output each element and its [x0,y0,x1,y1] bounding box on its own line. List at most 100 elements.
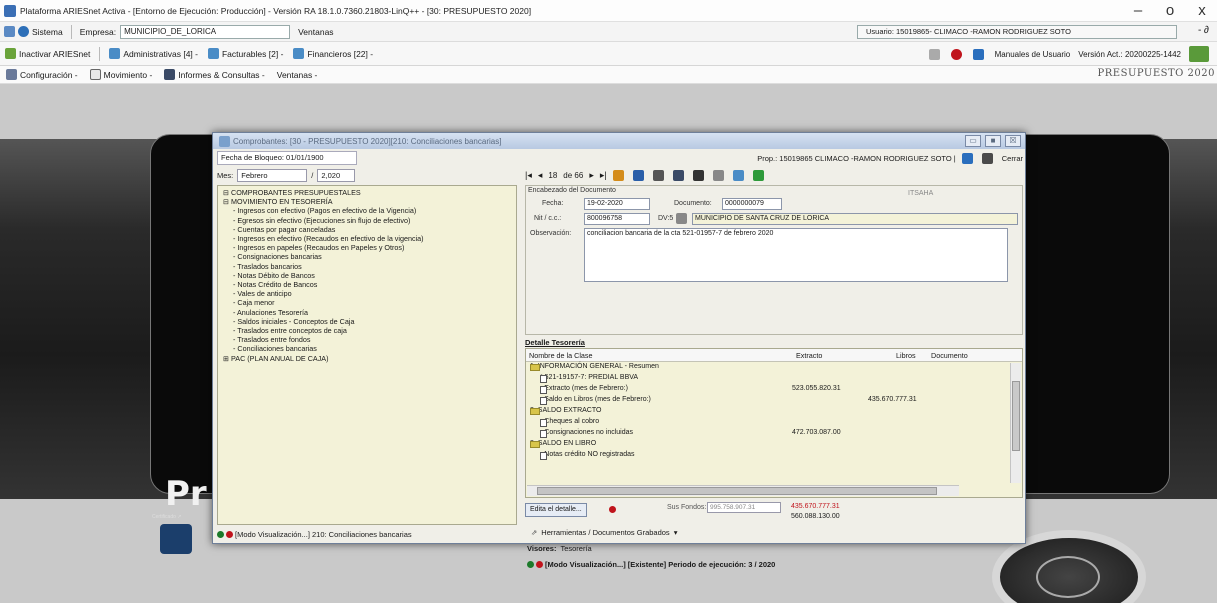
scroll-thumb[interactable] [537,487,937,495]
herramientas-bar[interactable]: ⇗ Herramientas / Documentos Grabados ▾ [525,525,1023,539]
tercero-name-field: MUNICIPIO DE SANTA CRUZ DE LORICA [692,213,1018,225]
edita-detalle-button[interactable]: Edita el detalle... [525,503,587,517]
anio-stepper[interactable]: 2,020 [317,169,356,182]
ventanas-button[interactable]: Ventanas [294,27,337,37]
tree-item[interactable]: - Traslados bancarios [221,262,513,271]
tree-item[interactable]: ⊟ MOVIMIENTO EN TESORERÍA [221,197,513,206]
tree-item[interactable]: - Traslados entre fondos [221,335,513,344]
scroll-thumb[interactable] [1012,381,1020,451]
tree-item[interactable]: - Vales de anticipo [221,289,513,298]
col-documento: Documento [931,351,968,360]
inactivar-label: Inactivar ARIESnet [19,48,91,59]
tree-item[interactable]: - Traslados entre conceptos de caja [221,326,513,335]
tree-item[interactable]: - Conciliaciones bancarias [221,344,513,353]
mes-select[interactable]: Febrero [237,169,308,182]
left-status-text: [Modo Visualización...] 210: Conciliacio… [235,529,412,539]
table-row[interactable]: - Notas crédito NO registradas [526,450,1022,461]
documento-label: Documento: [674,200,712,207]
right-status-bar: [Modo Visualización...] [Existente] Peri… [525,557,1023,571]
tree-item[interactable]: - Notas Débito de Bancos [221,271,513,280]
search-tercero-icon[interactable] [676,213,687,224]
tree-item[interactable]: ⊞ PAC (PLAN ANUAL DE CAJA) [221,354,513,363]
close-button[interactable]: x [1193,2,1211,20]
settings-icon [4,26,15,37]
tree-item[interactable]: - Caja menor [221,298,513,307]
sistema-menu[interactable]: Sistema [0,26,67,37]
table-row[interactable]: - Consignaciones no incluidas 472.703.087… [526,428,1022,439]
clear-detail-icon[interactable] [609,506,616,513]
minimize-button[interactable]: – [1129,2,1147,20]
app-logo-icon [4,4,16,17]
facturables-menu[interactable]: Facturables [2] - [203,48,288,59]
row-name-text: - Notas crédito NO registradas [540,451,635,458]
ventanas-menu[interactable]: Ventanas - [271,70,324,80]
grid-horizontal-scrollbar[interactable] [527,485,959,496]
tree-item[interactable]: - Egresos sin efectivo (Ejecuciones sin … [221,216,513,225]
table-row[interactable]: * 521-19157-7: PREDIAL BBVA [526,373,1022,384]
next-record-button[interactable]: ▸ [589,170,594,181]
fecha-bloqueo-field: Fecha de Bloqueo: 01/01/1900 [217,151,357,165]
empresa-select[interactable]: MUNICIPIO_DE_LORICA [120,24,291,39]
tree-item[interactable]: - Ingresos en efectivo (Recaudos en efec… [221,234,513,243]
users-icon[interactable] [961,152,973,164]
tree-item[interactable]: - Ingresos en papeles (Recaudos en Papel… [221,243,513,252]
row-name-text: - Saldo en Libros (mes de Febrero:) [540,396,651,403]
movimiento-menu[interactable]: Movimiento - [84,69,159,80]
propietario-row: Prop.: 15019865 CLIMACO -RAMON RODRIGUEZ… [525,151,1023,165]
print-icon[interactable] [692,169,704,181]
delete-icon[interactable] [652,169,664,181]
minus-icon[interactable] [928,48,940,60]
tree-item[interactable]: - Consignaciones bancarias [221,252,513,261]
new-record-icon[interactable] [612,169,624,181]
cerrar-button[interactable]: Cerrar [1002,154,1023,163]
row-name-text: 2. SALDO EXTRACTO [530,407,602,414]
row-name-text: - Consignaciones no incluidas [540,429,633,436]
window-icon [219,135,230,147]
alert-icon[interactable] [950,48,962,60]
folder-icon [109,48,121,59]
window-close-button[interactable]: ☒ [1005,135,1021,147]
tree-item[interactable]: - Cuentas por pagar canceladas [221,225,513,234]
tree-item[interactable]: - Saldos iniciales - Conceptos de Caja [221,317,513,326]
prev-record-button[interactable]: ◂ [538,170,543,181]
manual-icon [972,48,984,60]
table-row[interactable]: 2. SALDO EXTRACTO [526,406,1022,417]
grid-vertical-scrollbar[interactable] [1010,363,1021,483]
attach-icon[interactable] [732,169,744,181]
last-record-button[interactable]: ▸| [600,170,607,181]
maximize-button[interactable]: o [1161,2,1179,20]
table-row[interactable]: 3. SALDO EN LIBRO [526,439,1022,450]
tree-item[interactable]: - Anulaciones Tesorería [221,308,513,317]
edit-icon[interactable] [632,169,644,181]
window-title-bar[interactable]: Comprobantes: [30 - PRESUPUESTO 2020][21… [213,133,1025,149]
current-record-input[interactable]: 18 [548,171,557,180]
table-row[interactable]: - Cheques al cobro [526,417,1022,428]
documento-input[interactable]: 0000000079 [722,198,782,210]
tree-item[interactable]: - Ingresos con efectivo (Pagos en efecti… [221,206,513,215]
user-bar-controls[interactable]: - ∂ [1198,25,1209,36]
tree-item[interactable]: ⊟ COMPROBANTES PRESUPUESTALES [221,188,513,197]
configuracion-menu[interactable]: Configuración - [0,69,84,80]
tree-item[interactable]: - Notas Crédito de Bancos [221,280,513,289]
informes-menu[interactable]: Informes & Consultas - [158,69,270,80]
globe-icon [18,26,29,37]
save-icon[interactable] [672,169,684,181]
window-minimize-button[interactable]: ▭ [965,135,981,147]
tesoreria-link[interactable]: Tesorería [560,544,591,553]
detalle-label: Detalle Tesorería [525,338,585,347]
grid-icon[interactable] [1189,46,1209,62]
window-maximize-button[interactable]: ■ [985,135,1001,147]
first-record-button[interactable]: |◂ [525,170,532,181]
table-row[interactable]: - Saldo en Libros (mes de Febrero:) 435.6… [526,395,1022,406]
financieros-menu[interactable]: Financieros [22] - [288,48,378,59]
table-row[interactable]: - Extracto (mes de Febrero:) 523.055.820.… [526,384,1022,395]
administrativas-menu[interactable]: Administrativas [4] - [104,48,203,59]
manuales-link[interactable]: Manuales de Usuario [995,50,1071,59]
observacion-textarea[interactable]: conciliacion bancaria de la cta 521-0195… [584,228,1008,282]
fecha-input[interactable]: 19-02-2020 [584,198,650,210]
nit-input[interactable]: 800096758 [584,213,650,225]
export-icon[interactable] [752,169,764,181]
inactivar-button[interactable]: Inactivar ARIESnet [0,48,95,59]
tools-icon[interactable] [712,169,724,181]
table-row[interactable]: 1. INFORMACIÓN GENERAL - Resumen [526,362,1022,373]
